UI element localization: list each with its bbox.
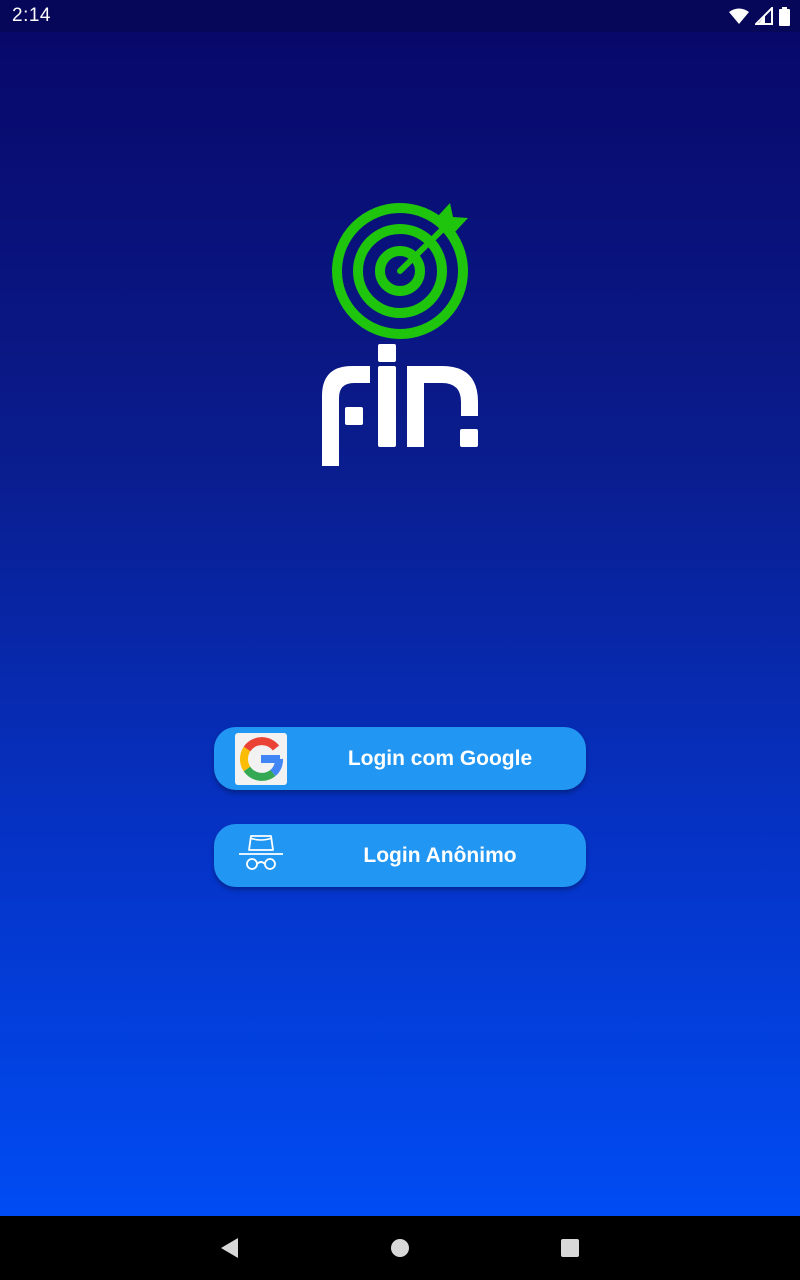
- home-icon[interactable]: [386, 1234, 414, 1262]
- target-logo-icon: [332, 203, 468, 339]
- google-login-label: Login com Google: [347, 747, 533, 770]
- recents-icon[interactable]: [556, 1234, 584, 1262]
- incognito-icon: [235, 830, 287, 882]
- status-time: 2:14: [12, 5, 51, 26]
- battery-icon: [779, 6, 790, 26]
- anonymous-login-label: Login Anônimo: [363, 844, 517, 867]
- google-icon: [235, 733, 287, 785]
- status-bar: 2:14: [0, 0, 800, 32]
- wifi-icon: [729, 8, 749, 24]
- navigation-bar: [0, 1216, 800, 1280]
- fin-wordmark-logo: [322, 344, 478, 466]
- app-content: Login com Google Login Anônimo: [0, 32, 800, 1216]
- anonymous-login-button[interactable]: Login Anônimo: [214, 824, 586, 887]
- signal-icon: [755, 7, 773, 25]
- back-icon[interactable]: [216, 1234, 244, 1262]
- status-icons: [729, 6, 790, 26]
- login-screen: 2:14 Login com Google Login Anônimo: [0, 0, 800, 1280]
- google-login-button[interactable]: Login com Google: [214, 727, 586, 790]
